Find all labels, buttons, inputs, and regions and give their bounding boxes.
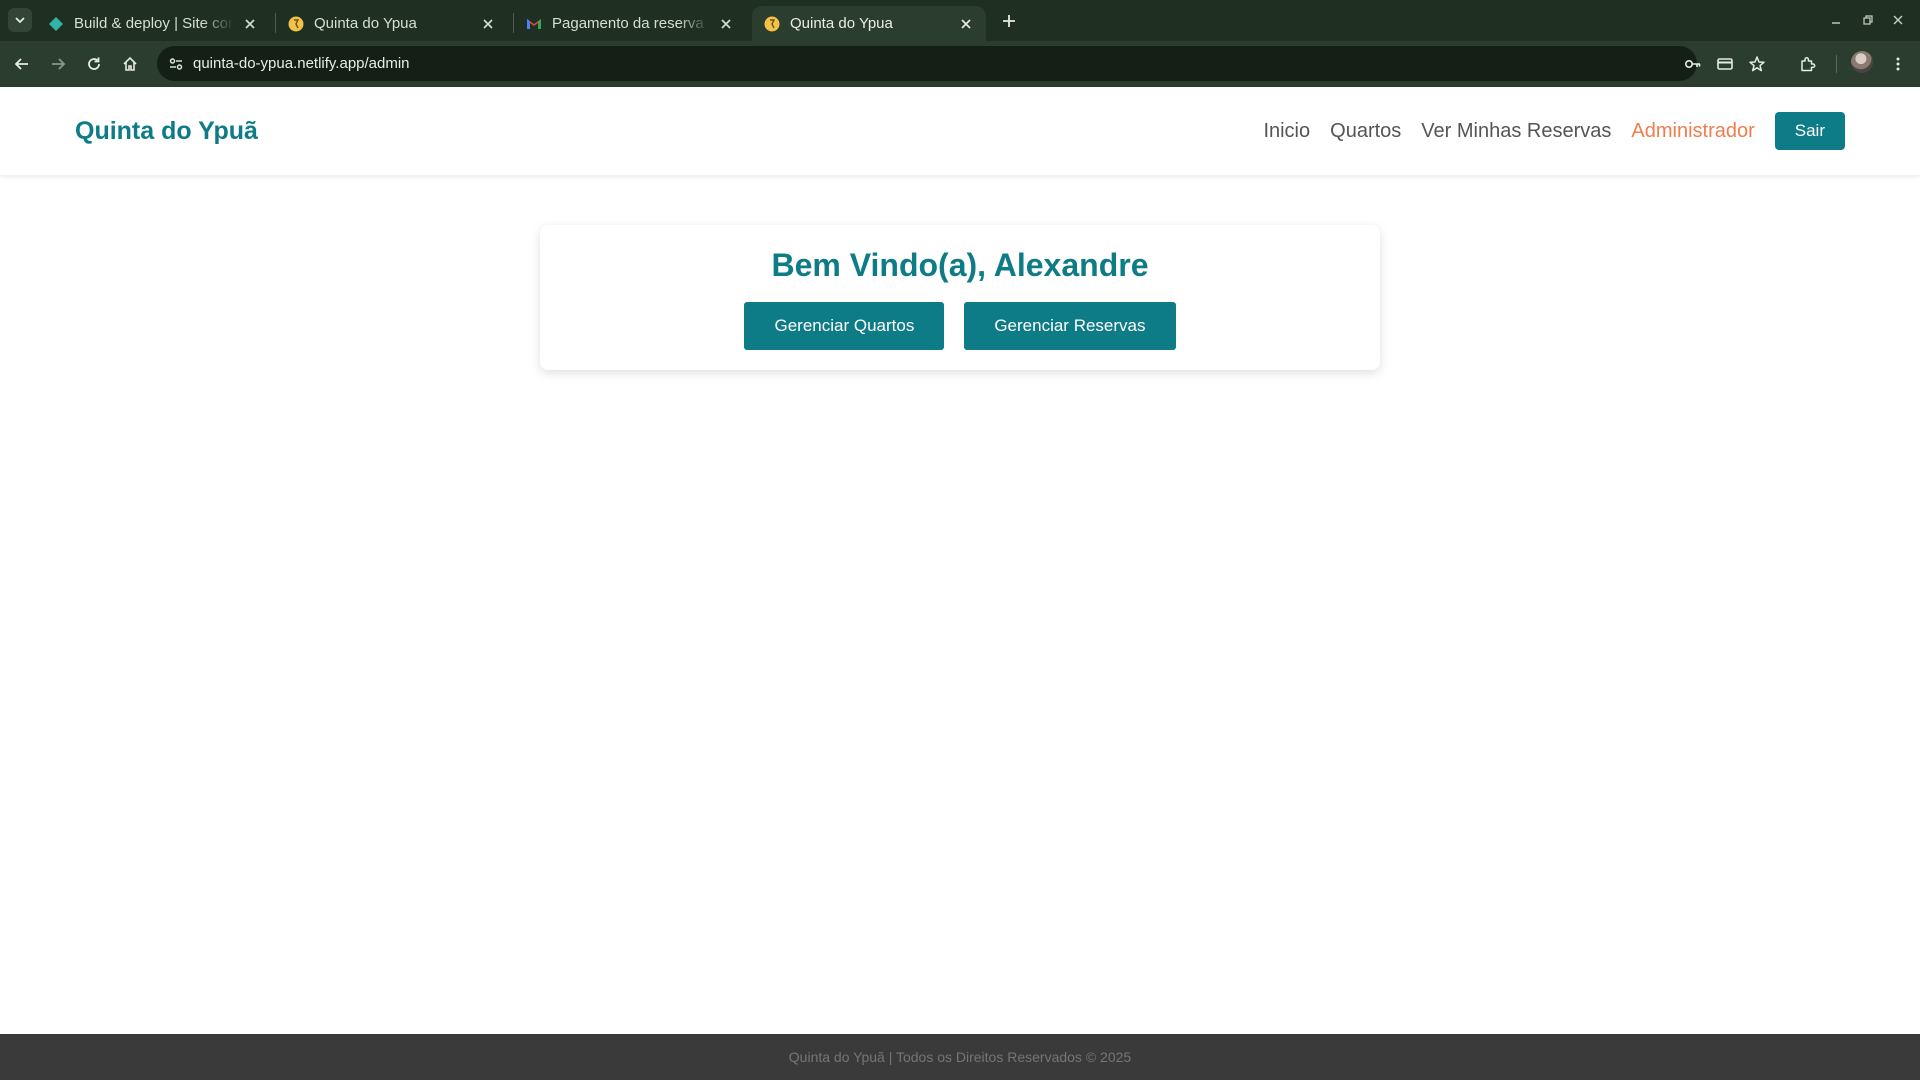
admin-welcome-card: Bem Vindo(a), Alexandre Gerenciar Quarto… [540, 225, 1380, 370]
site-logo[interactable]: Quinta do Ypuã [75, 87, 258, 175]
site-header: Quinta do Ypuã Inicio Quartos Ver Minhas… [0, 87, 1920, 175]
logout-button[interactable]: Sair [1774, 112, 1845, 150]
extensions-button[interactable] [1794, 50, 1822, 78]
arrow-left-icon [14, 58, 28, 70]
nav-link-minhas-reservas[interactable]: Ver Minhas Reservas [1421, 120, 1611, 143]
arrow-right-icon [52, 58, 66, 70]
credit-card-icon [1717, 58, 1733, 70]
minimize-icon [1832, 22, 1840, 24]
toolbar-separator [1836, 55, 1837, 73]
back-button[interactable] [8, 50, 36, 78]
star-icon [1749, 56, 1765, 72]
tab-gmail[interactable]: Pagamento da reserva recebido [514, 6, 746, 41]
plus-icon [1003, 15, 1015, 27]
password-key-button[interactable] [1681, 52, 1705, 76]
close-tab-icon[interactable] [480, 16, 496, 32]
footer-text: Quinta do Ypuã | Todos os Direitos Reser… [788, 1049, 1132, 1065]
site-favicon-icon [288, 16, 304, 32]
tab-search-button[interactable] [8, 8, 32, 32]
bookmark-button[interactable] [1745, 52, 1769, 76]
close-icon [1893, 15, 1903, 25]
browser-menu-button[interactable] [1884, 50, 1912, 78]
close-tab-icon[interactable] [718, 16, 734, 32]
restore-icon [1863, 15, 1873, 25]
tab-quinta-1[interactable]: Quinta do Ypua [276, 6, 508, 41]
forward-button[interactable] [44, 50, 72, 78]
gmail-icon [526, 16, 542, 32]
site-settings-icon [169, 58, 183, 70]
site-footer: Quinta do Ypuã | Todos os Direitos Reser… [0, 1034, 1920, 1080]
url-text[interactable]: quinta-do-ypua.netlify.app/admin [193, 46, 410, 81]
payment-card-button[interactable] [1713, 52, 1737, 76]
nav-link-quartos[interactable]: Quartos [1330, 120, 1401, 143]
manage-rooms-button[interactable]: Gerenciar Quartos [744, 302, 945, 350]
restore-button[interactable] [1858, 10, 1878, 30]
main-nav: Inicio Quartos Ver Minhas Reservas Admin… [1243, 87, 1845, 175]
site-favicon-icon [764, 16, 780, 32]
close-tab-icon[interactable] [242, 16, 258, 32]
browser-tab-strip: Build & deploy | Site configuration Quin… [0, 0, 1920, 41]
minimize-button[interactable] [1826, 10, 1846, 30]
tab-title: Quinta do Ypua [314, 15, 417, 32]
reload-icon [88, 57, 100, 70]
tab-title: Quinta do Ypua [790, 15, 893, 32]
netlify-icon [48, 16, 64, 32]
home-icon [123, 56, 137, 71]
close-window-button[interactable] [1888, 10, 1908, 30]
nav-link-inicio[interactable]: Inicio [1263, 120, 1310, 143]
welcome-heading: Bem Vindo(a), Alexandre [771, 247, 1149, 283]
address-bar[interactable]: quinta-do-ypua.netlify.app/admin [157, 46, 1765, 81]
puzzle-icon [1801, 57, 1816, 72]
browser-toolbar: quinta-do-ypua.netlify.app/admin [0, 41, 1920, 87]
chevron-down-icon [15, 17, 25, 24]
reload-button[interactable] [80, 50, 108, 78]
nav-link-administrador[interactable]: Administrador [1631, 120, 1754, 143]
tab-title: Pagamento da reserva recebido [552, 15, 710, 32]
more-vertical-icon [1896, 57, 1900, 71]
tab-title: Build & deploy | Site configuration [74, 15, 234, 32]
admin-actions: Gerenciar Quartos Gerenciar Reservas [540, 302, 1380, 350]
new-tab-button[interactable] [996, 8, 1022, 34]
close-tab-icon[interactable] [958, 16, 974, 32]
profile-avatar[interactable] [1851, 51, 1873, 73]
home-button[interactable] [116, 50, 144, 78]
site-info-button[interactable] [163, 51, 189, 77]
manage-reservations-button[interactable]: Gerenciar Reservas [964, 302, 1176, 350]
tab-quinta-active[interactable]: Quinta do Ypua [752, 6, 986, 41]
key-icon [1684, 60, 1701, 69]
tab-netlify[interactable]: Build & deploy | Site configuration [36, 6, 270, 41]
